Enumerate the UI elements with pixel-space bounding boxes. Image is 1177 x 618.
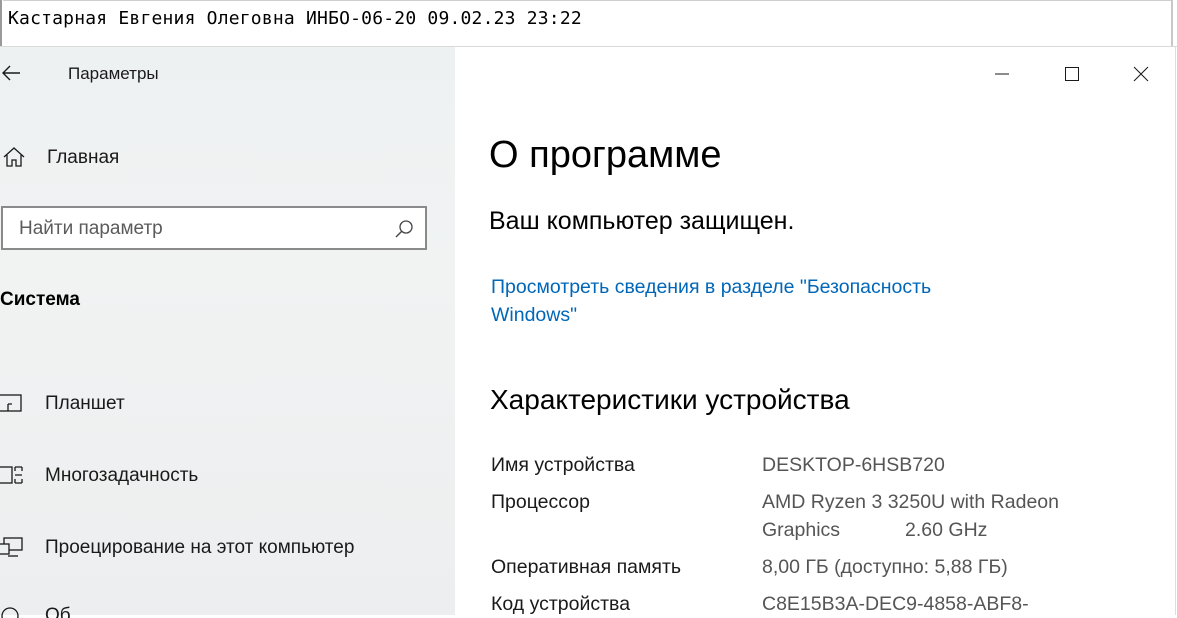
caption-top-line (3, 0, 1171, 4)
spec-value: 8,00 ГБ (доступно: 5,88 ГБ) (762, 556, 1008, 578)
close-button[interactable] (1118, 57, 1164, 89)
minimize-button[interactable] (979, 57, 1025, 89)
spec-key: Оперативная память (491, 556, 682, 578)
spec-key: Имя устройства (491, 454, 635, 476)
maximize-icon (1065, 67, 1079, 81)
spec-key: Код устройства (491, 593, 631, 615)
sidebar-item-label: Планшет (45, 393, 125, 414)
sidebar-item-tablet[interactable]: Планшет (0, 388, 440, 420)
sidebar-item-about[interactable]: Об (0, 600, 440, 618)
multitasking-icon (0, 466, 23, 484)
sidebar-item-label: Многозадачность (45, 465, 199, 486)
page-title: О программе (489, 134, 722, 176)
nav-home-label: Главная (47, 147, 120, 168)
settings-sidebar: Параметры Главная Система Планшет Многоз… (0, 47, 455, 618)
section-heading-system: Система (0, 289, 80, 310)
back-button[interactable] (0, 61, 28, 89)
home-icon (3, 147, 25, 167)
sidebar-item-label: Об (45, 605, 71, 618)
app-title: Параметры (68, 64, 159, 83)
spec-value: DESKTOP-6HSB720 (762, 454, 945, 476)
search-icon[interactable] (393, 218, 415, 240)
device-specs-heading: Характеристики устройства (490, 384, 850, 415)
caption-text: Кастарная Евгения Олеговна ИНБО-06-20 09… (8, 8, 582, 29)
spec-value: C8E15B3A-DEC9-4858-ABF8- (762, 593, 1029, 615)
back-arrow-icon (2, 65, 20, 81)
search-input[interactable] (17, 216, 381, 242)
windows-security-link[interactable]: Просмотреть сведения в разделе "Безопасн… (491, 273, 1011, 329)
close-icon (1133, 66, 1149, 82)
sidebar-item-projecting[interactable]: Проецирование на этот компьютер (0, 532, 440, 564)
caption-bar: Кастарная Евгения Олеговна ИНБО-06-20 09… (0, 0, 1177, 47)
sidebar-item-label: Проецирование на этот компьютер (45, 537, 355, 558)
minimize-icon (995, 73, 1009, 75)
about-page: О программе Ваш компьютер защищен. Просм… (455, 47, 1176, 615)
spec-value: AMD Ryzen 3 3250U with Radeon Graphics 2… (762, 491, 1065, 541)
tablet-icon (0, 394, 22, 412)
security-status: Ваш компьютер защищен. (489, 207, 795, 235)
spec-key: Процессор (491, 491, 590, 513)
maximize-button[interactable] (1049, 57, 1095, 89)
sidebar-item-multitasking[interactable]: Многозадачность (0, 460, 440, 492)
info-icon (1, 607, 19, 618)
projecting-icon (0, 537, 23, 557)
nav-home[interactable]: Главная (0, 143, 440, 173)
caption-left-border (0, 0, 2, 46)
settings-search-box[interactable] (1, 206, 427, 250)
caption-right-border (1171, 0, 1173, 46)
